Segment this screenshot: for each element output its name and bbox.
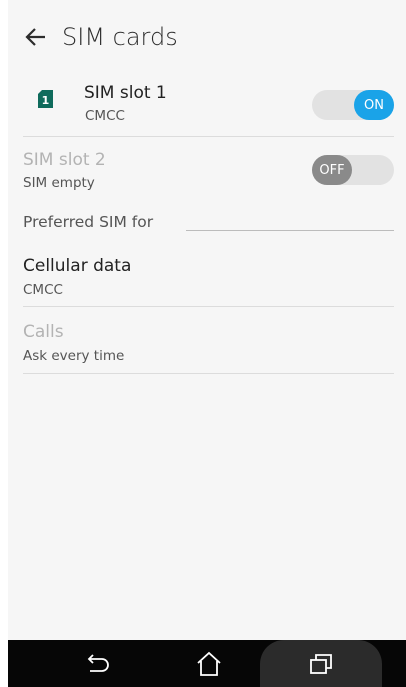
settings-screen: SIM cards 1 SIM slot 1 CMCC ON SIM slot …	[8, 0, 406, 640]
svg-text:1: 1	[42, 94, 50, 107]
calls-value: Ask every time	[23, 348, 125, 364]
recents-icon	[310, 653, 332, 674]
back-icon	[87, 653, 109, 672]
sim-slot-1-toggle[interactable]: ON	[312, 90, 394, 120]
toggle-knob-off: OFF	[312, 155, 352, 185]
toggle-knob-on: ON	[354, 90, 394, 120]
app-bar: SIM cards	[8, 0, 406, 74]
calls-title: Calls	[23, 322, 64, 342]
sim-slot-1-carrier: CMCC	[85, 108, 125, 124]
sim-slot-2-title: SIM slot 2	[23, 150, 106, 170]
home-icon	[197, 651, 221, 676]
navigation-bar	[8, 640, 406, 687]
sim-slot-2-status: SIM empty	[23, 175, 95, 191]
sim-card-icon: 1	[38, 90, 53, 108]
preferred-sim-section-header: Preferred SIM for	[23, 201, 394, 241]
nav-back-button[interactable]	[70, 640, 126, 687]
cellular-data-title: Cellular data	[23, 256, 132, 276]
section-divider	[186, 230, 394, 231]
nav-home-button[interactable]	[181, 640, 237, 687]
section-title: Preferred SIM for	[23, 213, 154, 231]
nav-recents-button[interactable]	[293, 640, 349, 687]
back-arrow-icon[interactable]	[24, 25, 48, 49]
sim-slot-2-toggle[interactable]: OFF	[312, 155, 394, 185]
calls-row[interactable]: Calls Ask every time	[23, 307, 394, 374]
page-title: SIM cards	[62, 23, 178, 51]
sim-slot-1-row[interactable]: 1 SIM slot 1 CMCC ON	[23, 74, 394, 137]
cellular-data-row[interactable]: Cellular data CMCC	[23, 241, 394, 307]
cellular-data-value: CMCC	[23, 282, 63, 298]
sim-slot-2-row[interactable]: SIM slot 2 SIM empty OFF	[23, 137, 394, 201]
sim-slot-1-title: SIM slot 1	[84, 83, 167, 103]
